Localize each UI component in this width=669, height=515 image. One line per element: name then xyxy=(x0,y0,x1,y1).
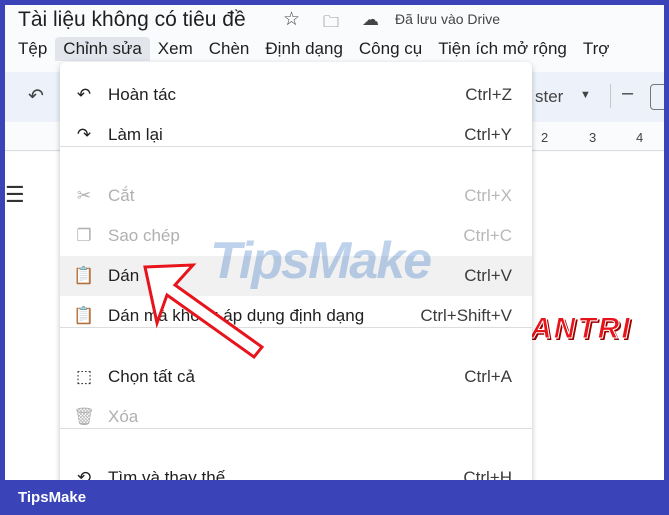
red-arrow-annotation xyxy=(143,263,265,360)
footer-brand: TipsMake xyxy=(18,489,87,506)
arrow-shape xyxy=(143,263,265,360)
docs-window: Tài liệu không có tiêu đề ☆ 🗀 ☁ Đã lưu v… xyxy=(5,5,664,480)
